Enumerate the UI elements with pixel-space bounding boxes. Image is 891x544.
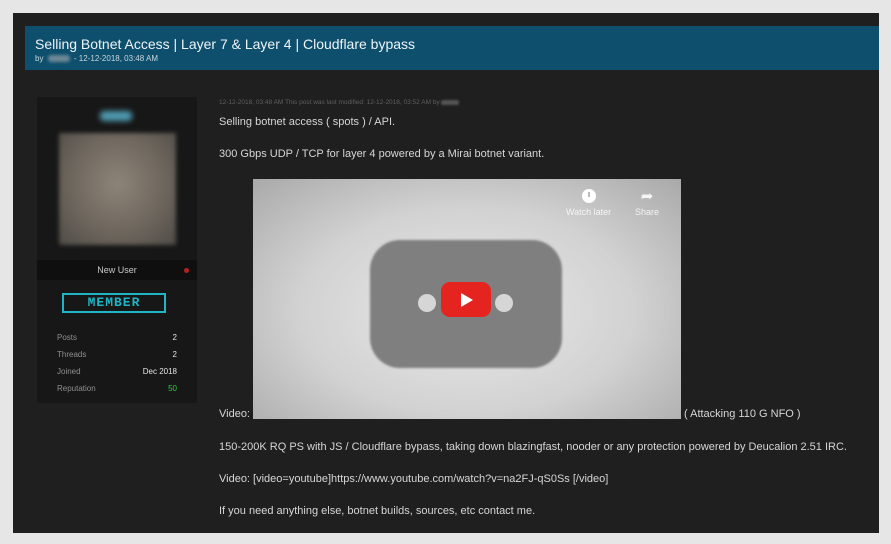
thumbnail-dot-right — [495, 294, 513, 312]
editor-name-redacted[interactable] — [441, 99, 460, 105]
play-icon[interactable] — [441, 282, 491, 317]
stat-label: Posts — [57, 333, 78, 342]
stat-joined: Joined Dec 2018 — [57, 367, 177, 376]
stat-posts: Posts 2 — [57, 333, 177, 342]
user-rank-label: New User — [97, 265, 137, 275]
thread-byline: by - 12-12-2018, 03:48 AM — [35, 54, 158, 63]
post-line-4: Video: [video=youtube]https://www.youtub… — [219, 473, 609, 485]
stat-label: Threads — [57, 350, 87, 359]
user-rank-bar: New User — [37, 260, 197, 280]
stat-value: Dec 2018 — [142, 367, 177, 376]
stat-reputation: Reputation 50 — [57, 384, 177, 393]
video-caption: ( Attacking 110 G NFO ) — [684, 408, 801, 420]
thread-date: - 12-12-2018, 03:48 AM — [73, 54, 158, 63]
user-profile-card: New User MEMBER Posts 2 Threads 2 Joined… — [37, 97, 197, 403]
post-line-3: 150-200K RQ PS with JS / Cloudflare bypa… — [219, 441, 847, 453]
thread-title: Selling Botnet Access | Layer 7 & Layer … — [35, 36, 416, 52]
stat-value: 2 — [172, 333, 177, 342]
post-line-1: Selling botnet access ( spots ) / API. — [219, 116, 396, 128]
username-redacted[interactable] — [100, 111, 132, 121]
stat-label: Joined — [57, 367, 81, 376]
post-line-2: 300 Gbps UDP / TCP for layer 4 powered b… — [219, 148, 545, 160]
watch-later-button[interactable]: Watch later — [566, 189, 611, 217]
watch-later-label: Watch later — [566, 207, 612, 217]
member-badge: MEMBER — [62, 293, 166, 313]
offline-status-icon — [184, 268, 189, 273]
clock-icon — [581, 189, 596, 203]
stat-label: Reputation — [57, 384, 96, 393]
post-line-5: If you need anything else, botnet builds… — [219, 505, 536, 517]
video-label: Video: — [219, 408, 250, 420]
share-button[interactable]: ➦ Share — [635, 189, 659, 217]
stat-value: 50 — [168, 384, 177, 393]
share-label: Share — [635, 207, 660, 217]
stat-threads: Threads 2 — [57, 350, 177, 359]
share-icon: ➦ — [640, 188, 654, 205]
byline-prefix: by — [35, 54, 44, 63]
thread-header: Selling Botnet Access | Layer 7 & Layer … — [25, 26, 879, 70]
post-meta: 12-12-2018, 03:48 AM This post was last … — [219, 99, 460, 106]
author-name-redacted[interactable] — [47, 55, 70, 63]
embedded-youtube-video[interactable]: Watch later ➦ Share — [253, 179, 681, 419]
thumbnail-dot-left — [418, 294, 436, 312]
avatar[interactable] — [59, 133, 176, 245]
stat-value: 2 — [172, 350, 177, 359]
forum-thread-frame: Selling Botnet Access | Layer 7 & Layer … — [13, 13, 879, 533]
post-meta-text: 12-12-2018, 03:48 AM This post was last … — [219, 99, 440, 106]
